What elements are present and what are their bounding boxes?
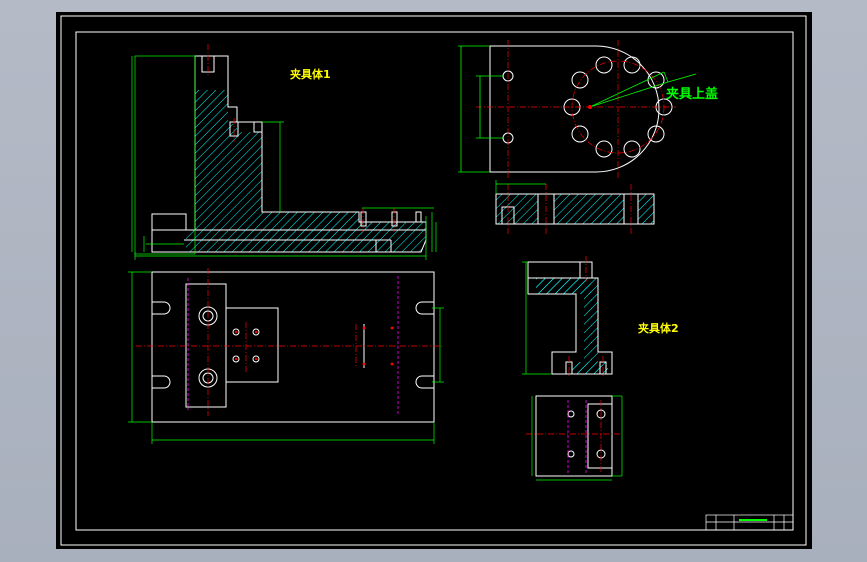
cad-drawing: 夹具体1 夹具上盖 夹具体2 [60,15,807,546]
label-fixture-body-2: 夹具体2 [638,321,679,335]
fixture-body-2-top-view [526,395,623,481]
title-block [705,514,794,531]
label-fixture-body-1: 夹具体1 [290,67,331,81]
fixture-body-1-top-view [128,268,444,444]
label-fixture-top-cover: 夹具上盖 [666,86,718,102]
top-cover-top-view [458,40,697,178]
title-block-text-mark [739,519,767,521]
body-1-section-hatch [186,90,426,252]
fixture-body-1-front-view [131,44,437,260]
fixture-body-2-front-view [522,256,613,378]
top-cover-section-view [495,180,655,236]
cad-viewport[interactable]: 夹具体1 夹具上盖 夹具体2 [56,12,812,549]
